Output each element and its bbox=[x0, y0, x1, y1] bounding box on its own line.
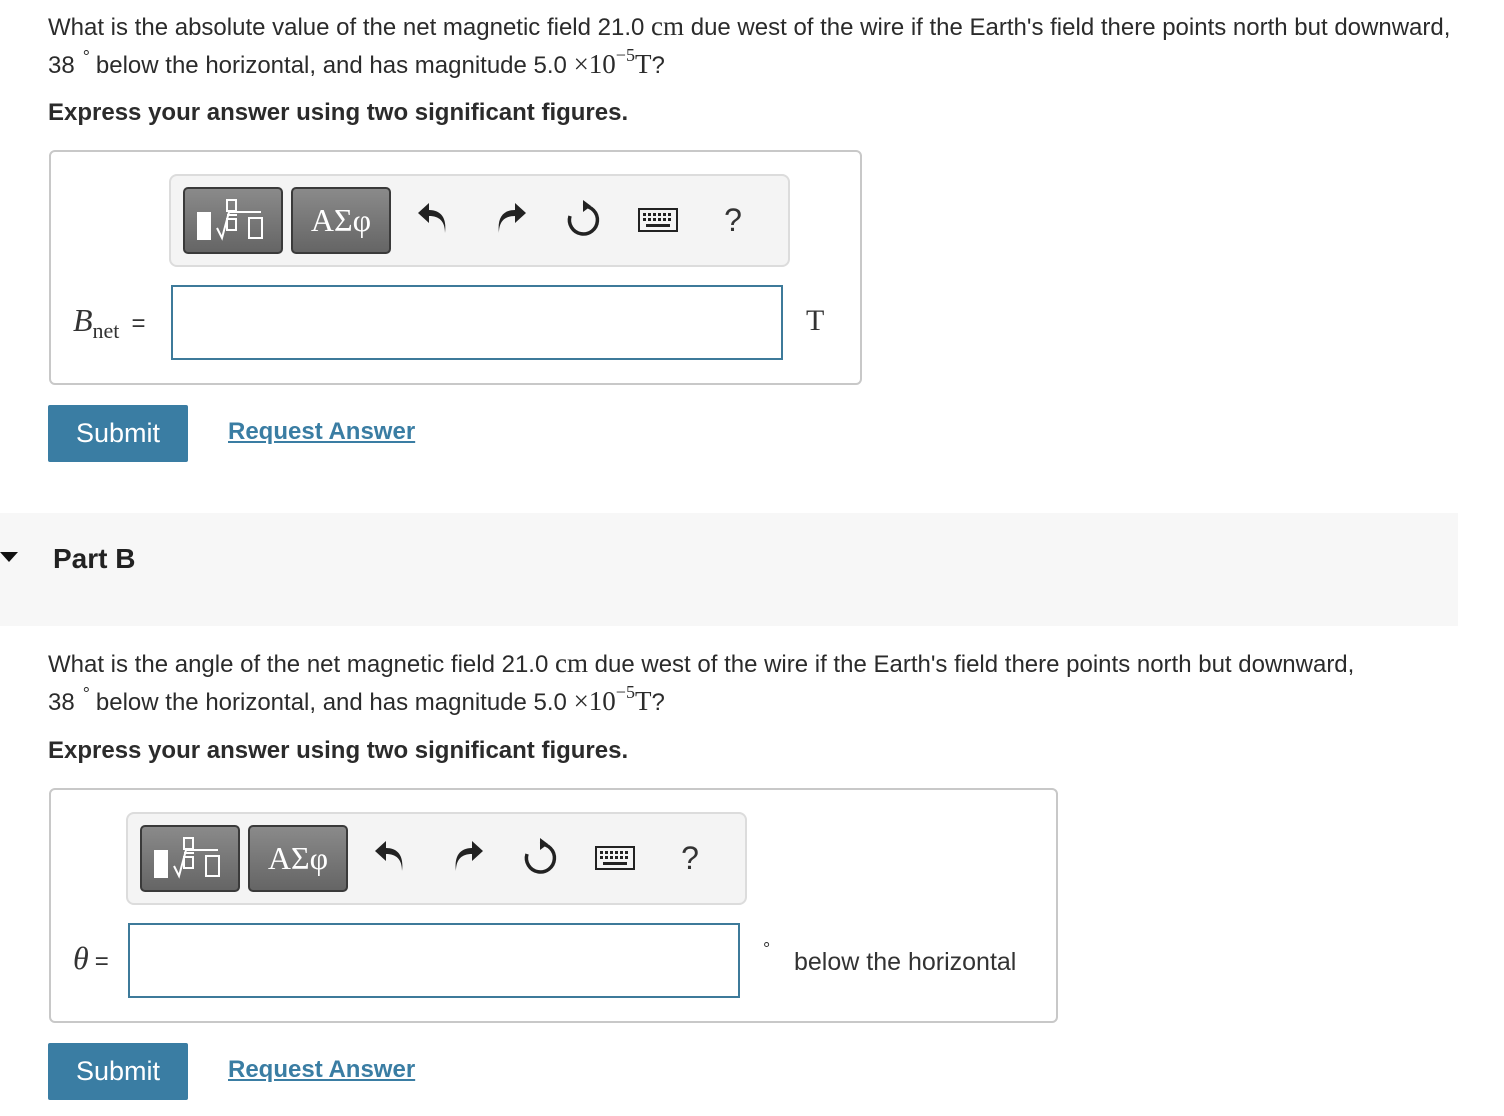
part-a-question: What is the absolute value of the net ma… bbox=[48, 8, 1468, 84]
part-b-question: What is the angle of the net magnetic fi… bbox=[48, 645, 1468, 721]
undo-icon[interactable] bbox=[411, 198, 455, 242]
help-button[interactable]: ? bbox=[668, 836, 712, 880]
math-toolbar: ΑΣφ ? bbox=[126, 812, 747, 905]
reset-icon[interactable] bbox=[518, 836, 562, 880]
exponent: −5 bbox=[615, 45, 635, 65]
variable-subscript: net bbox=[92, 318, 120, 343]
part-b-header[interactable] bbox=[0, 513, 1458, 626]
question-mark: ? bbox=[651, 689, 665, 716]
unit-text: below the horizontal bbox=[794, 948, 1017, 976]
submit-button[interactable]: Submit bbox=[48, 405, 188, 462]
unit-cm: cm bbox=[554, 648, 588, 678]
templates-icon bbox=[197, 198, 263, 241]
question-mark: ? bbox=[651, 52, 665, 79]
part-b-instruction: Express your answer using two significan… bbox=[48, 737, 629, 764]
templates-button[interactable] bbox=[183, 187, 283, 254]
part-a-instruction: Express your answer using two significan… bbox=[48, 99, 629, 126]
math-toolbar: ΑΣφ ? bbox=[169, 174, 790, 267]
unit-label: T bbox=[806, 304, 825, 337]
variable-symbol: θ bbox=[73, 940, 89, 976]
help-button[interactable]: ? bbox=[711, 198, 755, 242]
unit-tesla: T bbox=[634, 686, 652, 716]
times-ten: ×10 bbox=[573, 49, 616, 79]
greek-symbols-button[interactable]: ΑΣφ bbox=[291, 187, 391, 254]
request-answer-link[interactable]: Request Answer bbox=[228, 1056, 415, 1084]
redo-icon[interactable] bbox=[489, 198, 533, 242]
part-b-answer-box: ΑΣφ ? θ = ° below the horizontal bbox=[49, 788, 1058, 1023]
times-ten: ×10 bbox=[573, 686, 616, 716]
keyboard-icon[interactable] bbox=[636, 198, 680, 242]
question-text: What is the absolute value of the net ma… bbox=[48, 14, 652, 41]
undo-icon[interactable] bbox=[368, 836, 412, 880]
equals-sign: = bbox=[94, 948, 109, 975]
part-b-title: Part B bbox=[53, 543, 136, 574]
variable-label: Bnet = bbox=[73, 302, 145, 344]
part-a-answer-box: ΑΣφ ? Bnet = T bbox=[49, 150, 862, 385]
variable-label: θ = bbox=[73, 940, 109, 977]
degree-symbol: ° bbox=[82, 47, 90, 67]
degree-symbol: ° bbox=[82, 684, 90, 704]
question-text: What is the angle of the net magnetic fi… bbox=[48, 651, 555, 678]
reset-icon[interactable] bbox=[561, 198, 605, 242]
unit-tesla: T bbox=[634, 49, 652, 79]
keyboard-icon[interactable] bbox=[593, 836, 637, 880]
answer-input[interactable] bbox=[171, 285, 783, 360]
degree-unit: ° bbox=[763, 939, 771, 959]
request-answer-link[interactable]: Request Answer bbox=[228, 418, 415, 446]
templates-icon bbox=[154, 836, 220, 879]
variable-symbol: B bbox=[73, 302, 93, 338]
greek-symbols-button[interactable]: ΑΣφ bbox=[248, 825, 348, 892]
templates-button[interactable] bbox=[140, 825, 240, 892]
equals-sign: = bbox=[131, 310, 146, 337]
unit-cm: cm bbox=[651, 11, 685, 41]
question-text: below the horizontal, and has magnitude … bbox=[95, 52, 574, 79]
question-text: below the horizontal, and has magnitude … bbox=[95, 689, 574, 716]
submit-button[interactable]: Submit bbox=[48, 1043, 188, 1100]
exponent: −5 bbox=[615, 682, 635, 702]
redo-icon[interactable] bbox=[446, 836, 490, 880]
caret-down-icon[interactable] bbox=[0, 552, 18, 562]
answer-input[interactable] bbox=[128, 923, 740, 998]
